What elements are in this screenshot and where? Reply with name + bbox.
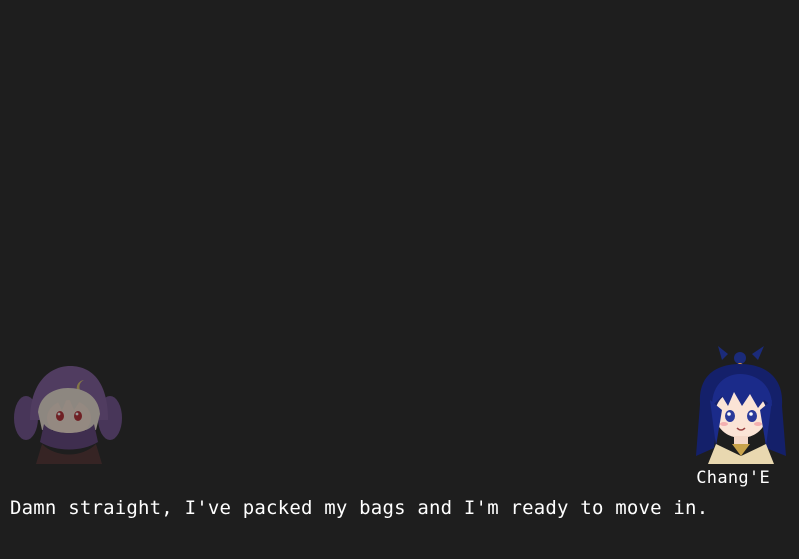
speaker-name: Chang'E (696, 468, 770, 488)
dialogue-scene[interactable]: Chang'E Damn straight, I've packed my ba… (0, 0, 799, 559)
hooded-girl-portrait-icon (12, 360, 124, 464)
change-portrait-icon (692, 344, 788, 464)
dialogue-text: Damn straight, I've packed my bags and I… (10, 497, 709, 519)
